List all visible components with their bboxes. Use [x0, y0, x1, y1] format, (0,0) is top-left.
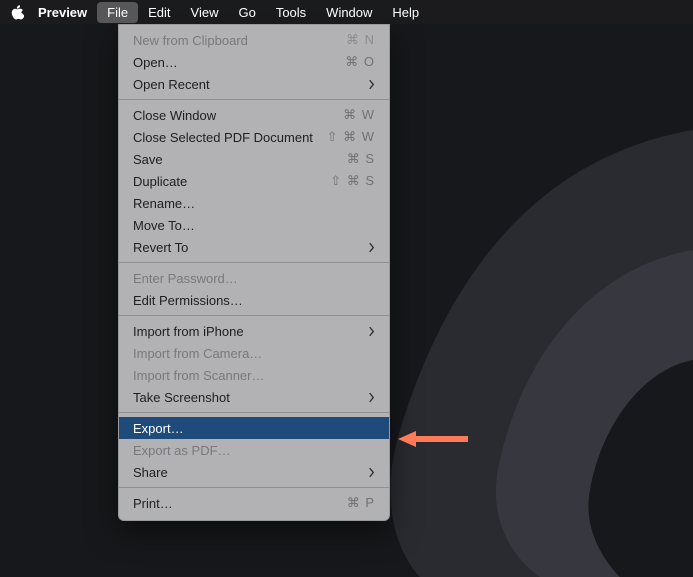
menu-item-shortcut: ⌘ P	[347, 495, 375, 511]
menu-item-import-from-camera: Import from Camera…	[119, 342, 389, 364]
menu-separator	[119, 412, 389, 413]
menu-item-label: Revert To	[133, 240, 361, 255]
annotation-arrow	[398, 430, 468, 448]
menu-item-shortcut: ⇧ ⌘ S	[330, 173, 375, 189]
menu-help[interactable]: Help	[382, 2, 429, 23]
menu-item-enter-password: Enter Password…	[119, 267, 389, 289]
chevron-right-icon	[361, 467, 375, 478]
menu-item-import-from-iphone[interactable]: Import from iPhone	[119, 320, 389, 342]
menu-separator	[119, 487, 389, 488]
menu-item-import-from-scanner: Import from Scanner…	[119, 364, 389, 386]
menu-item-label: Export…	[133, 421, 375, 436]
menu-separator	[119, 262, 389, 263]
menu-item-label: Print…	[133, 496, 347, 511]
chevron-right-icon	[361, 242, 375, 253]
menu-item-duplicate[interactable]: Duplicate⇧ ⌘ S	[119, 170, 389, 192]
menu-item-label: Save	[133, 152, 347, 167]
menu-tools[interactable]: Tools	[266, 2, 316, 23]
menu-item-label: Import from Scanner…	[133, 368, 375, 383]
menu-item-save[interactable]: Save⌘ S	[119, 148, 389, 170]
menu-file[interactable]: File	[97, 2, 138, 23]
menu-item-label: Import from iPhone	[133, 324, 361, 339]
app-name[interactable]: Preview	[28, 2, 97, 23]
menu-item-close-window[interactable]: Close Window⌘ W	[119, 104, 389, 126]
menu-item-label: Close Window	[133, 108, 343, 123]
menu-item-label: Import from Camera…	[133, 346, 375, 361]
menu-item-label: Take Screenshot	[133, 390, 361, 405]
menu-item-label: Move To…	[133, 218, 375, 233]
menu-item-revert-to[interactable]: Revert To	[119, 236, 389, 258]
menu-bar: Preview FileEditViewGoToolsWindowHelp	[0, 0, 693, 24]
menu-item-shortcut: ⇧ ⌘ W	[327, 129, 375, 145]
menu-item-label: Edit Permissions…	[133, 293, 375, 308]
menu-item-edit-permissions[interactable]: Edit Permissions…	[119, 289, 389, 311]
menu-item-label: Open…	[133, 55, 345, 70]
menu-item-share[interactable]: Share	[119, 461, 389, 483]
menu-window[interactable]: Window	[316, 2, 382, 23]
file-menu-dropdown: New from Clipboard⌘ NOpen…⌘ OOpen Recent…	[118, 24, 390, 521]
menu-edit[interactable]: Edit	[138, 2, 180, 23]
menu-item-label: Enter Password…	[133, 271, 375, 286]
menu-item-shortcut: ⌘ O	[345, 54, 375, 70]
menu-item-print[interactable]: Print…⌘ P	[119, 492, 389, 514]
menu-item-label: Close Selected PDF Document	[133, 130, 327, 145]
menu-item-close-selected-pdf-document[interactable]: Close Selected PDF Document⇧ ⌘ W	[119, 126, 389, 148]
menu-item-shortcut: ⌘ S	[347, 151, 375, 167]
chevron-right-icon	[361, 79, 375, 90]
menu-item-label: Open Recent	[133, 77, 361, 92]
menu-separator	[119, 315, 389, 316]
apple-menu-icon[interactable]	[6, 5, 28, 20]
menu-item-take-screenshot[interactable]: Take Screenshot	[119, 386, 389, 408]
menu-item-label: Rename…	[133, 196, 375, 211]
menu-separator	[119, 99, 389, 100]
menu-item-label: Export as PDF…	[133, 443, 375, 458]
menu-item-label: New from Clipboard	[133, 33, 346, 48]
menu-item-label: Share	[133, 465, 361, 480]
chevron-right-icon	[361, 392, 375, 403]
menu-item-new-from-clipboard: New from Clipboard⌘ N	[119, 29, 389, 51]
menu-item-export[interactable]: Export…	[119, 417, 389, 439]
menu-item-shortcut: ⌘ W	[343, 107, 375, 123]
chevron-right-icon	[361, 326, 375, 337]
menu-item-open-recent[interactable]: Open Recent	[119, 73, 389, 95]
menu-item-export-as-pdf: Export as PDF…	[119, 439, 389, 461]
menu-view[interactable]: View	[181, 2, 229, 23]
menu-item-rename[interactable]: Rename…	[119, 192, 389, 214]
menu-go[interactable]: Go	[228, 2, 265, 23]
menu-item-open[interactable]: Open…⌘ O	[119, 51, 389, 73]
menu-item-label: Duplicate	[133, 174, 330, 189]
menu-item-move-to[interactable]: Move To…	[119, 214, 389, 236]
menu-item-shortcut: ⌘ N	[346, 32, 375, 48]
